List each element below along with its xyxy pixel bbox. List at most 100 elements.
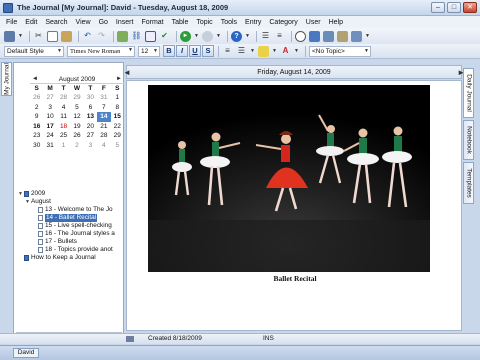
calendar-day[interactable]: 4	[57, 103, 70, 113]
dropdown-arrow-icon[interactable]: ▼	[194, 31, 199, 42]
calendar-day[interactable]: 2	[70, 141, 83, 151]
style-select[interactable]: Default Style ▼	[4, 45, 64, 57]
copy-icon[interactable]	[47, 30, 58, 42]
calendar-day[interactable]: 2	[30, 103, 43, 113]
calendar-day[interactable]: 31	[43, 141, 56, 151]
user-button[interactable]: David	[13, 348, 39, 358]
calendar-day[interactable]: 17	[43, 122, 56, 132]
close-button[interactable]: ✕	[463, 2, 477, 13]
calendar-day[interactable]: 4	[97, 141, 110, 151]
calendar-day[interactable]: 18	[57, 122, 70, 132]
tab-notebook[interactable]: Notebook	[463, 120, 474, 160]
calendar-day[interactable]: 21	[97, 122, 110, 132]
previous-entry-button[interactable]: ◄	[123, 68, 131, 77]
menu-category[interactable]: Category	[269, 19, 297, 26]
calendar-icon[interactable]	[309, 30, 320, 42]
highlight-icon[interactable]	[258, 45, 269, 57]
tree-item[interactable]: 16 - The Journal styles a	[18, 230, 124, 238]
menu-user[interactable]: User	[306, 19, 321, 26]
calendar-day[interactable]: 11	[57, 112, 70, 122]
tab-templates[interactable]: Templates	[463, 162, 474, 204]
calendar-day[interactable]: 8	[111, 103, 124, 113]
numbering-icon[interactable]: ≡	[274, 31, 285, 42]
menu-help[interactable]: Help	[329, 19, 343, 26]
insert-link-icon[interactable]: ⛓	[131, 31, 142, 42]
spell-check-icon[interactable]: ✔	[159, 31, 170, 42]
calendar-day[interactable]: 3	[43, 103, 56, 113]
calendar-day[interactable]: 1	[57, 141, 70, 151]
calendar-day[interactable]: 5	[111, 141, 124, 151]
menu-topic[interactable]: Topic	[196, 19, 212, 26]
calendar-day[interactable]: 1	[111, 93, 124, 103]
calendar-day[interactable]: 30	[30, 141, 43, 151]
calendar-day[interactable]: 12	[70, 112, 83, 122]
italic-button[interactable]: I	[176, 45, 188, 57]
insert-picture-icon[interactable]	[117, 30, 128, 42]
menu-search[interactable]: Search	[45, 19, 67, 26]
go-back-icon[interactable]	[202, 30, 213, 42]
find-icon[interactable]	[323, 30, 334, 42]
tree-item[interactable]: 17 - Bullets	[18, 238, 124, 246]
calendar-day[interactable]: 26	[70, 131, 83, 141]
tree-item[interactable]: 15 - Live spell-checking	[18, 222, 124, 230]
calendar-day[interactable]: 31	[97, 93, 110, 103]
calendar-day[interactable]: 27	[84, 131, 97, 141]
clock-icon[interactable]	[295, 30, 306, 42]
menu-tools[interactable]: Tools	[221, 19, 237, 26]
calendar-day[interactable]: 13	[84, 112, 97, 122]
tree-item[interactable]: 13 - Welcome to The Jo	[18, 206, 124, 214]
menu-go[interactable]: Go	[99, 19, 108, 26]
align-center-icon[interactable]: ☰	[236, 46, 247, 57]
font-select[interactable]: Times New Roman ▼	[67, 45, 135, 57]
menu-entry[interactable]: Entry	[245, 19, 261, 26]
dropdown-arrow-icon[interactable]: ▼	[245, 31, 250, 42]
tree-item[interactable]: ▼ August	[18, 198, 124, 206]
calendar-day[interactable]: 22	[111, 122, 124, 132]
tree-item[interactable]: 18 - Topics provide anot	[18, 246, 124, 254]
calendar-day[interactable]: 5	[70, 103, 83, 113]
tab-daily-journal[interactable]: Daily Journal	[463, 68, 474, 118]
dropdown-arrow-icon[interactable]: ▼	[365, 31, 370, 42]
calendar-day[interactable]: 24	[43, 131, 56, 141]
calendar-day[interactable]: 10	[43, 112, 56, 122]
calendar-day[interactable]: 29	[111, 131, 124, 141]
calendar-day[interactable]: 26	[30, 93, 43, 103]
lock-icon[interactable]	[337, 30, 348, 42]
calendar-prev-button[interactable]: ◄	[30, 76, 40, 82]
dropdown-arrow-icon[interactable]: ▼	[272, 46, 277, 57]
strike-button[interactable]: S	[202, 45, 214, 57]
calendar-day[interactable]: 28	[57, 93, 70, 103]
calendar-day[interactable]: 16	[30, 122, 43, 132]
underline-button[interactable]: U	[189, 45, 201, 57]
size-select[interactable]: 12 ▼	[138, 45, 160, 57]
menu-table[interactable]: Table	[172, 19, 189, 26]
undo-icon[interactable]: ↶	[82, 31, 93, 42]
help-icon[interactable]: ?	[231, 30, 242, 42]
entry-editor[interactable]: Ballet Recital	[126, 80, 462, 331]
menu-insert[interactable]: Insert	[116, 19, 134, 26]
tree-item[interactable]: 14 - Ballet Recital	[18, 214, 124, 222]
tab-my-journal[interactable]: My Journal	[1, 62, 12, 96]
menu-view[interactable]: View	[76, 19, 91, 26]
calendar-day[interactable]: 19	[70, 122, 83, 132]
calendar-day[interactable]: 23	[30, 131, 43, 141]
redo-icon[interactable]: ↷	[96, 31, 107, 42]
bullets-icon[interactable]: ☰	[260, 31, 271, 42]
menu-file[interactable]: File	[6, 19, 17, 26]
options-icon[interactable]	[351, 30, 362, 42]
calendar-day[interactable]: 29	[70, 93, 83, 103]
calendar-day[interactable]: 27	[43, 93, 56, 103]
align-left-icon[interactable]: ≡	[222, 46, 233, 57]
calendar-day[interactable]: 9	[30, 112, 43, 122]
minimize-button[interactable]: –	[431, 2, 445, 13]
font-color-icon[interactable]: A	[280, 46, 291, 57]
dropdown-arrow-icon[interactable]: ▼	[294, 46, 299, 57]
topic-select[interactable]: <No Topic> ▼	[309, 45, 371, 57]
menu-format[interactable]: Format	[141, 19, 163, 26]
tree-item[interactable]: How to Keep a Journal	[18, 254, 124, 262]
print-icon[interactable]	[4, 30, 15, 42]
calendar-day-selected[interactable]: 14	[97, 112, 111, 122]
calendar-day[interactable]: 20	[84, 122, 97, 132]
calendar-day[interactable]: 28	[97, 131, 110, 141]
calendar-day[interactable]: 25	[57, 131, 70, 141]
